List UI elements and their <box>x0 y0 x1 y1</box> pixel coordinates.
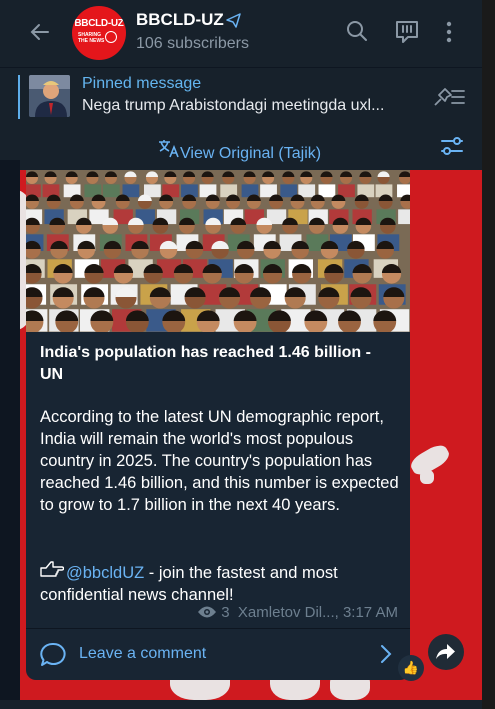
author-time: Xamletov Dil..., 3:17 AM <box>237 604 398 621</box>
post-headline: India's population has reached 1.46 bill… <box>40 344 371 383</box>
pointing-hand-icon <box>40 560 66 584</box>
post-image[interactable] <box>26 170 410 332</box>
comments-icon[interactable] <box>394 20 420 49</box>
unpin-icon[interactable] <box>432 86 466 113</box>
pinned-thumbnail <box>29 75 70 117</box>
subscriber-count: 106 subscribers <box>136 35 249 52</box>
card-divider <box>26 628 410 629</box>
scrollbar-thumb[interactable] <box>485 400 492 430</box>
left-edge <box>0 160 20 709</box>
translate-bar: View Original (Tajik) <box>0 126 482 170</box>
eye-icon <box>197 605 217 623</box>
pinned-indicator <box>18 75 20 119</box>
more-icon[interactable] <box>444 20 454 49</box>
comment-icon[interactable] <box>40 642 66 673</box>
channel-avatar[interactable]: BBCLD-UZ SHARING THE NEWS <box>72 6 126 60</box>
avatar-logo-mark <box>105 31 117 43</box>
chevron-right-icon[interactable] <box>380 644 392 669</box>
view-original-label: View Original (Tajik) <box>180 145 322 162</box>
chat-header: BBCLD-UZ SHARING THE NEWS BBCLD-UZ 106 su… <box>0 0 482 66</box>
pinned-message-bar[interactable]: Pinned message Nega trump Arabistondagi … <box>0 67 482 127</box>
back-arrow-icon[interactable] <box>28 20 52 44</box>
post-card: India's population has reached 1.46 bill… <box>26 170 410 680</box>
search-icon[interactable] <box>346 20 368 47</box>
channel-name[interactable]: BBCLD-UZ <box>136 10 224 30</box>
pinned-text: Nega trump Arabistondagi meetingda uxl..… <box>82 97 385 114</box>
thumbs-up-icon[interactable]: 👍 <box>398 655 424 681</box>
view-original-button[interactable]: View Original (Tajik) <box>158 138 321 163</box>
translate-icon <box>158 138 180 163</box>
share-button[interactable] <box>428 634 464 670</box>
scrollbar[interactable] <box>482 0 495 709</box>
avatar-logo-text: BBCLD-UZ <box>74 18 124 29</box>
view-count: 3 <box>221 604 230 621</box>
channel-link[interactable]: @bbcldUZ <box>66 564 144 582</box>
filter-icon[interactable] <box>440 134 464 163</box>
post-body: According to the latest UN demographic r… <box>40 408 399 514</box>
leave-comment-button[interactable]: Leave a comment <box>79 645 206 663</box>
post-promo: @bbcldUZ - join the fastest and most con… <box>40 560 402 606</box>
avatar-tagline: SHARING THE NEWS <box>78 32 105 44</box>
share-icon <box>436 644 455 659</box>
pinned-title: Pinned message <box>82 75 202 92</box>
verified-icon <box>226 12 242 33</box>
bottom-strip <box>0 700 482 709</box>
post-meta: 3 Xamletov Dil..., 3:17 AM <box>197 604 398 623</box>
